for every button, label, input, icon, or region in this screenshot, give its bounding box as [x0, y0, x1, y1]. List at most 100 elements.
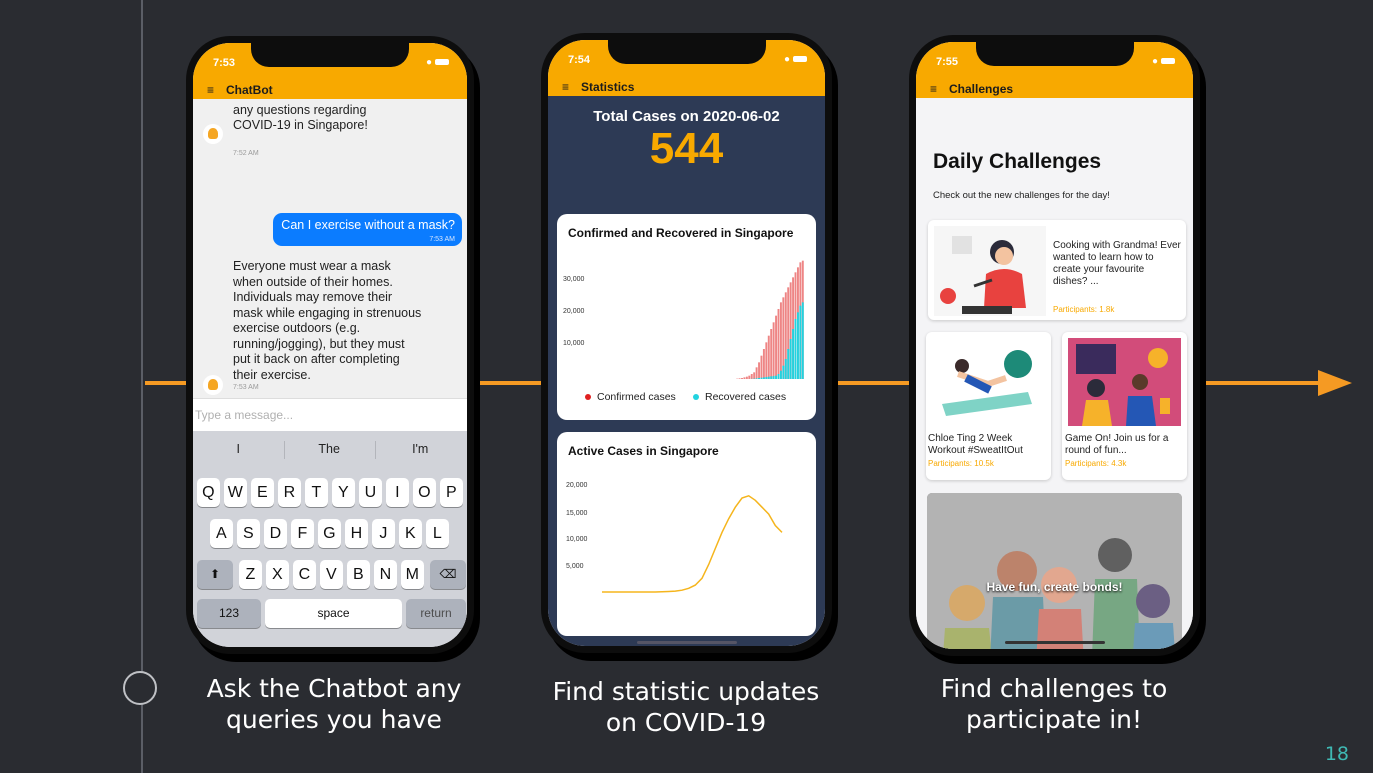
challenge-card-gaming[interactable]: Game On! Join us for a round of fun... P… [1062, 332, 1187, 480]
suggestion[interactable]: I'm [375, 431, 465, 467]
challenges-heading: Daily Challenges [933, 150, 1102, 173]
key-a[interactable]: A [210, 519, 233, 548]
caption-statistics: Find statistic updates on COVID-19 [552, 677, 820, 737]
challenge-banner[interactable]: Have fun, create bonds! [927, 493, 1182, 649]
total-cases-value: 544 [649, 124, 724, 173]
microphone-icon[interactable]: 🎙 [433, 644, 456, 647]
confirmed-bar [750, 374, 753, 379]
user-message-text: Can I exercise without a mask? [281, 218, 455, 232]
confirmed-bar [755, 367, 758, 379]
page-title: Challenges [949, 82, 1014, 96]
app-bar: ≡ ChatBot [193, 83, 467, 101]
key-f[interactable]: F [291, 519, 314, 548]
suggestion[interactable]: The [284, 431, 374, 467]
home-indicator [636, 641, 737, 644]
key-i[interactable]: I [386, 478, 409, 507]
key-m[interactable]: M [401, 560, 424, 589]
menu-icon[interactable]: ≡ [207, 83, 214, 97]
suggestion[interactable]: I [193, 431, 283, 467]
message-time: 7:53 AM [233, 384, 259, 391]
recovered-bar [770, 376, 773, 379]
key-o[interactable]: O [413, 478, 436, 507]
confirmed-recovered-chart [736, 260, 804, 379]
backspace-key[interactable]: ⌫ [430, 560, 466, 589]
page-number: 18 [1324, 743, 1349, 765]
key-v[interactable]: V [320, 560, 343, 589]
space-key[interactable]: space [265, 599, 402, 628]
confirmed-bar [741, 378, 743, 379]
emoji-icon[interactable]: ☺ [217, 644, 237, 647]
key-d[interactable]: D [264, 519, 287, 548]
key-r[interactable]: R [278, 478, 301, 507]
user-message: Can I exercise without a mask? 7:53 AM [273, 213, 462, 246]
y-tick-label: 20,000 [563, 308, 585, 315]
recovered-bar [760, 377, 763, 379]
recovered-bar [777, 374, 780, 379]
key-x[interactable]: X [266, 560, 289, 589]
chat-thread: COVID-19 AI Chatbot. Ask me any question… [193, 87, 467, 404]
timeline-line [141, 0, 143, 773]
battery-icon [1161, 58, 1175, 65]
key-t[interactable]: T [305, 478, 328, 507]
message-input-placeholder: Type a message... [195, 408, 294, 422]
key-e[interactable]: E [251, 478, 274, 507]
challenge-description: Cooking with Grandma! Ever wanted to lea… [1053, 240, 1181, 287]
key-k[interactable]: K [399, 519, 422, 548]
caption-chatbot: Ask the Chatbot any queries you have [206, 674, 462, 734]
bot-avatar [203, 375, 223, 395]
status-icons: ● [426, 57, 449, 68]
key-g[interactable]: G [318, 519, 341, 548]
phone-challenges: 7:55 ● ≡ Challenges Daily Challenges Chec… [909, 35, 1200, 656]
challenge-description: Chloe Ting 2 Week Workout #SweatItOut [928, 433, 1023, 456]
app-bar: ≡ Challenges [916, 82, 1193, 100]
participants-count: Participants: 4.3k [1065, 459, 1127, 468]
y-tick-label: 5,000 [566, 563, 584, 570]
shift-key[interactable]: ⬆ [197, 560, 233, 589]
key-y[interactable]: Y [332, 478, 355, 507]
menu-icon[interactable]: ≡ [930, 82, 937, 96]
recovered-bar [792, 329, 795, 379]
key-c[interactable]: C [293, 560, 316, 589]
menu-icon[interactable]: ≡ [562, 80, 569, 94]
challenges-screen: 7:55 ● ≡ Challenges Daily Challenges Chec… [916, 42, 1193, 649]
gaming-illustration [1068, 338, 1181, 426]
phone-statistics: 7:54 ● ≡ Statistics Total Cases on 2020-0… [541, 33, 832, 653]
active-cases-chart [602, 494, 783, 593]
caption-challenges: Find challenges to participate in! [940, 674, 1168, 734]
app-header: 7:54 ● ≡ Statistics [548, 40, 825, 96]
legend-recovered: Recovered cases [693, 391, 786, 403]
key-j[interactable]: J [372, 519, 395, 548]
key-s[interactable]: S [237, 519, 260, 548]
key-z[interactable]: Z [239, 560, 262, 589]
home-indicator [1004, 641, 1105, 644]
confirmed-bar [772, 322, 775, 379]
flow-arrow-icon [1318, 370, 1352, 396]
recovered-bar [772, 376, 775, 379]
message-time: 7:52 AM [233, 150, 259, 157]
recovered-bar [782, 365, 785, 379]
confirmed-bar [775, 315, 778, 379]
challenge-card-workout[interactable]: Chloe Ting 2 Week Workout #SweatItOut Pa… [926, 332, 1051, 480]
key-q[interactable]: Q [197, 478, 220, 507]
challenge-card-cooking[interactable]: Cooking with Grandma! Ever wanted to lea… [928, 220, 1186, 320]
key-u[interactable]: U [359, 478, 382, 507]
phone-chatbot: COVID-19 AI Chatbot. Ask me any question… [186, 36, 474, 654]
numbers-key[interactable]: 123 [197, 599, 261, 628]
battery-icon [793, 56, 807, 63]
recovered-bar [775, 375, 778, 379]
key-l[interactable]: L [426, 519, 449, 548]
confirmed-bar [770, 329, 773, 379]
return-key[interactable]: return [406, 599, 466, 628]
total-cases-label: Total Cases on 2020-06-02 [593, 108, 780, 125]
battery-icon [435, 59, 449, 66]
key-p[interactable]: P [440, 478, 463, 507]
chart-title: Confirmed and Recovered in Singapore [568, 226, 794, 240]
key-w[interactable]: W [224, 478, 247, 507]
key-b[interactable]: B [347, 560, 370, 589]
confirmed-bar [777, 309, 780, 379]
key-n[interactable]: N [374, 560, 397, 589]
key-h[interactable]: H [345, 519, 368, 548]
message-input[interactable]: Type a message... [193, 398, 467, 432]
notch [975, 42, 1134, 66]
legend-label: Confirmed cases [597, 391, 676, 403]
